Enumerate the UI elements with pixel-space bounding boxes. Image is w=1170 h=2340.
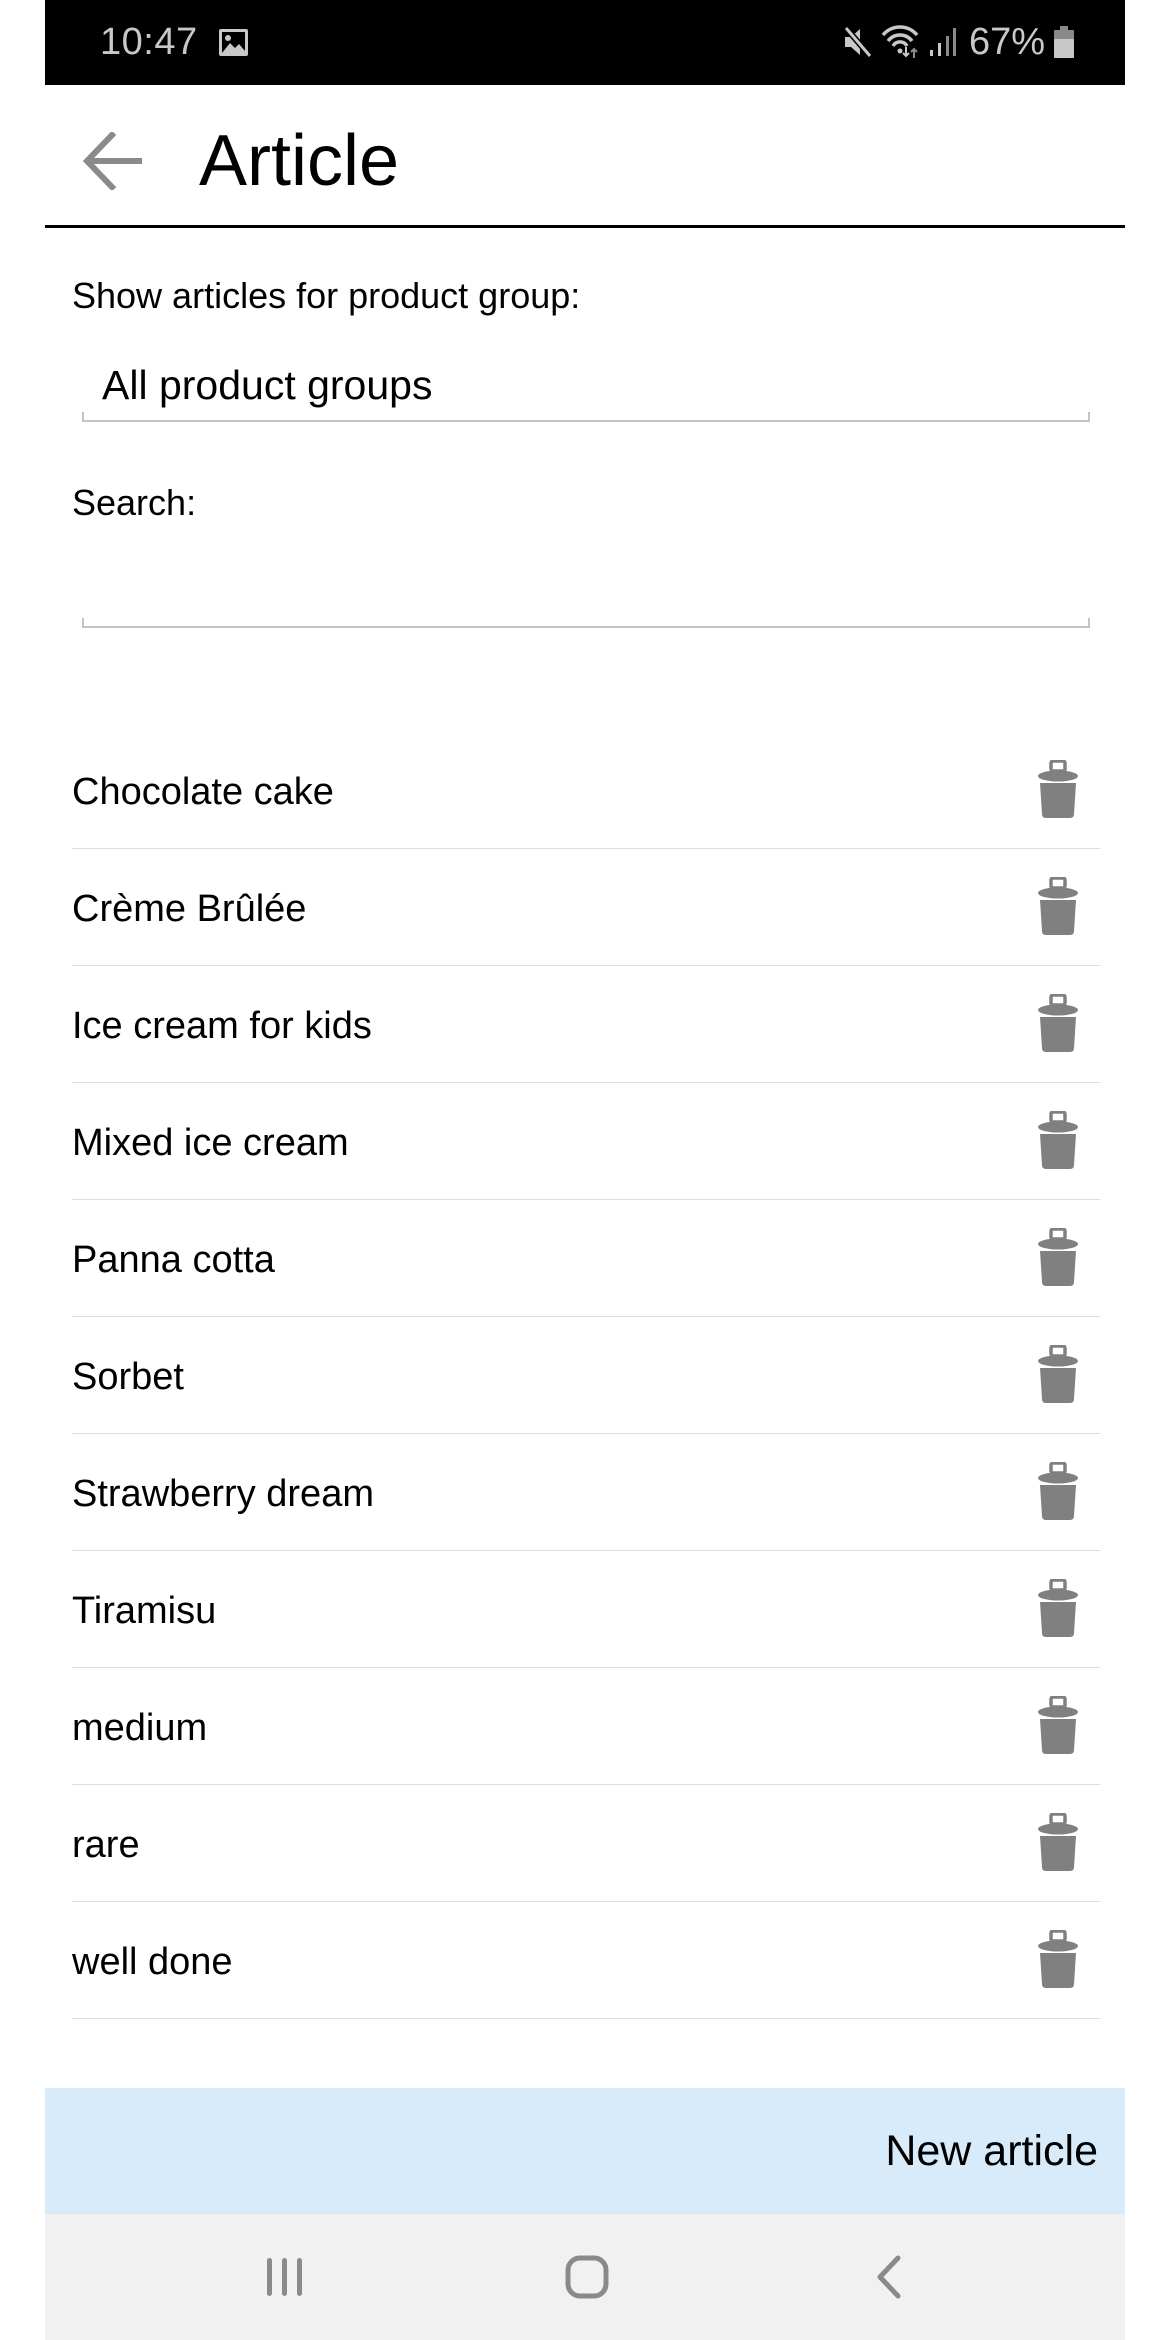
article-row[interactable]: well done	[72, 1902, 1100, 2019]
search-field[interactable]	[82, 558, 1090, 628]
article-name: Tiramisu	[72, 1590, 217, 1632]
search-label: Search:	[72, 482, 197, 523]
article-name: Strawberry dream	[72, 1473, 374, 1515]
delete-article-button[interactable]	[1022, 1690, 1094, 1762]
trash-icon	[1038, 1345, 1078, 1403]
signal-icon	[929, 28, 956, 56]
article-name: well done	[72, 1941, 233, 1983]
article-list: Chocolate cake Crème Brûlée Ice cream fo…	[72, 732, 1100, 2019]
product-group-dropdown[interactable]: All product groups	[82, 352, 1090, 422]
article-name: Crème Brûlée	[72, 888, 307, 930]
battery-icon	[1054, 26, 1074, 58]
page-title: Article	[199, 121, 400, 201]
product-group-selected: All product groups	[102, 362, 433, 408]
system-nav-bar	[45, 2214, 1125, 2340]
article-row[interactable]: Crème Brûlée	[72, 849, 1100, 966]
trash-icon	[1038, 1579, 1078, 1637]
status-time: 10:47	[100, 21, 198, 63]
trash-icon	[1038, 877, 1078, 935]
article-row[interactable]: rare	[72, 1785, 1100, 1902]
article-name: Panna cotta	[72, 1239, 275, 1281]
delete-article-button[interactable]	[1022, 988, 1094, 1060]
article-name: rare	[72, 1824, 140, 1866]
delete-article-button[interactable]	[1022, 754, 1094, 826]
arrow-left-icon	[82, 132, 142, 190]
delete-article-button[interactable]	[1022, 871, 1094, 943]
article-row[interactable]: medium	[72, 1668, 1100, 1785]
article-row[interactable]: Chocolate cake	[72, 732, 1100, 849]
article-name: Mixed ice cream	[72, 1122, 349, 1164]
trash-icon	[1038, 760, 1078, 818]
recent-apps-icon	[267, 2258, 302, 2296]
status-icons: 67%	[843, 18, 1075, 66]
article-row[interactable]: Tiramisu	[72, 1551, 1100, 1668]
trash-icon	[1038, 1696, 1078, 1754]
back-button[interactable]	[75, 123, 151, 199]
trash-icon	[1038, 1111, 1078, 1169]
trash-icon	[1038, 1930, 1078, 1988]
gallery-notification-icon	[219, 29, 248, 56]
wifi-icon	[881, 25, 919, 58]
status-bar: 10:47 67%	[45, 0, 1125, 85]
article-row[interactable]: Mixed ice cream	[72, 1083, 1100, 1200]
delete-article-button[interactable]	[1022, 1456, 1094, 1528]
new-article-label: New article	[885, 2127, 1098, 2175]
article-row[interactable]: Panna cotta	[72, 1200, 1100, 1317]
article-name: Chocolate cake	[72, 771, 334, 813]
system-back-button[interactable]	[849, 2242, 929, 2312]
home-icon	[565, 2255, 609, 2299]
trash-icon	[1038, 1228, 1078, 1286]
app-header: Article	[45, 85, 1125, 228]
article-row[interactable]: Strawberry dream	[72, 1434, 1100, 1551]
delete-article-button[interactable]	[1022, 1222, 1094, 1294]
trash-icon	[1038, 1462, 1078, 1520]
article-row[interactable]: Sorbet	[72, 1317, 1100, 1434]
battery-percent: 67%	[968, 21, 1045, 63]
trash-icon	[1038, 1813, 1078, 1871]
recent-apps-button[interactable]	[244, 2242, 324, 2312]
article-name: Ice cream for kids	[72, 1005, 372, 1047]
chevron-left-icon	[877, 2255, 901, 2299]
article-name: medium	[72, 1707, 208, 1749]
article-row[interactable]: Ice cream for kids	[72, 966, 1100, 1083]
search-input[interactable]	[102, 566, 1062, 616]
home-button[interactable]	[547, 2242, 627, 2312]
delete-article-button[interactable]	[1022, 1105, 1094, 1177]
delete-article-button[interactable]	[1022, 1573, 1094, 1645]
delete-article-button[interactable]	[1022, 1924, 1094, 1996]
product-group-label: Show articles for product group:	[72, 275, 581, 316]
app-frame: 10:47 67% Article Show articles for prod…	[45, 0, 1125, 2340]
mute-icon	[843, 26, 873, 58]
delete-article-button[interactable]	[1022, 1339, 1094, 1411]
new-article-button[interactable]: New article	[45, 2088, 1125, 2214]
delete-article-button[interactable]	[1022, 1807, 1094, 1879]
article-name: Sorbet	[72, 1356, 184, 1398]
trash-icon	[1038, 994, 1078, 1052]
